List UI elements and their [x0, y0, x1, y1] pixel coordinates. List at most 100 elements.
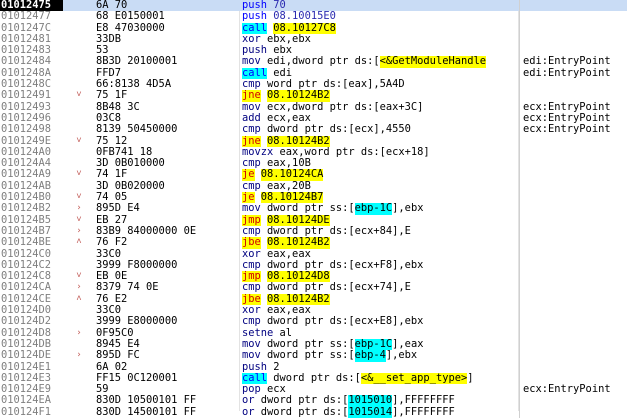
comment-cell[interactable]	[519, 259, 627, 272]
comment-cell[interactable]	[519, 79, 627, 91]
comment-cell[interactable]	[519, 90, 627, 102]
address-cell[interactable]: 010124D0	[0, 305, 63, 316]
disassembly-cell[interactable]: mov dword ptr ss:[ebp-1C],ebx	[242, 203, 519, 215]
disassembly-cell[interactable]: mov dword ptr ss:[ebp-1C],eax	[242, 338, 519, 351]
disassembly-cell[interactable]: je 08.10124B7	[242, 192, 519, 204]
instruction-row[interactable]: 010124C8 ˅ EB 0E jmp 08.10124D8	[0, 271, 627, 283]
disassembly-cell[interactable]: cmp eax,10B	[242, 158, 519, 169]
comment-cell[interactable]	[519, 372, 627, 385]
disassembly-cell[interactable]: movzx eax,word ptr ds:[ecx+18]	[242, 147, 519, 158]
instruction-row[interactable]: 010124CE ˄ 76 E2 jbe 08.10124B2	[0, 293, 627, 306]
comment-cell[interactable]	[519, 305, 627, 317]
comment-cell[interactable]	[519, 146, 627, 159]
address-cell[interactable]: 01012493	[0, 102, 63, 113]
instruction-row[interactable]: 010124DE › 895D FC mov dword ptr ss:[ebp-4]…	[0, 350, 627, 362]
instruction-row[interactable]: 010124EA 830D 10500101 FF or dword ptr ds:…	[0, 395, 627, 407]
address-cell[interactable]: 010124E1	[0, 362, 63, 373]
comment-cell[interactable]: ecx:EntryPoint	[519, 384, 627, 396]
address-cell[interactable]: 010124CA	[0, 282, 63, 293]
address-cell[interactable]: 010124E9	[0, 384, 63, 395]
comment-cell[interactable]: ecx:EntryPoint	[519, 112, 627, 125]
disassembly-cell[interactable]: mov edi,dword ptr ds:[<&GetModuleHandle	[242, 56, 519, 68]
comment-cell[interactable]	[519, 237, 627, 249]
comment-cell[interactable]	[519, 338, 627, 351]
disassembly-cell[interactable]: push 70	[242, 0, 519, 12]
disassembly-cell[interactable]: pop ecx	[242, 384, 519, 395]
address-cell[interactable]: 01012475	[0, 0, 63, 12]
comment-cell[interactable]	[519, 282, 627, 294]
comment-cell[interactable]	[519, 0, 627, 12]
instruction-row[interactable]: 01012481 33DB xor ebx,ebx	[0, 33, 627, 46]
disassembly-cell[interactable]: cmp dword ptr ds:[ecx+84],E	[242, 226, 519, 237]
instruction-row[interactable]: 010124E3 FF15 0C120001 call dword ptr ds:[…	[0, 372, 627, 385]
comment-cell[interactable]	[519, 169, 627, 181]
address-cell[interactable]: 010124BE	[0, 237, 63, 248]
address-cell[interactable]: 010124A4	[0, 158, 63, 169]
address-cell[interactable]: 010124B5	[0, 215, 63, 226]
address-cell[interactable]: 01012481	[0, 34, 63, 45]
disassembly-listing[interactable]: 01012475 6A 70 push 70 01012477 68 E0150001 p…	[0, 0, 627, 418]
disassembly-cell[interactable]: xor ebx,ebx	[242, 34, 519, 45]
disassembly-cell[interactable]: xor eax,eax	[242, 249, 519, 260]
instruction-row[interactable]: 010124B0 ˅ 74 05 je 08.10124B7	[0, 192, 627, 204]
comment-cell[interactable]	[519, 395, 627, 407]
disassembly-cell[interactable]: jne 08.10124B2	[242, 90, 519, 102]
comment-cell[interactable]	[519, 22, 627, 34]
instruction-row[interactable]: 010124AB 3D 0B020000 cmp eax,20B	[0, 180, 627, 193]
address-cell[interactable]: 01012477	[0, 11, 63, 22]
comment-cell[interactable]	[519, 214, 627, 226]
disassembly-cell[interactable]: jbe 08.10124B2	[242, 293, 519, 306]
instruction-row[interactable]: 0101247C E8 47030000 call 08.10127C8	[0, 22, 627, 34]
instruction-row[interactable]: 01012477 68 E0150001 push 08.10015E0	[0, 11, 627, 23]
comment-cell[interactable]	[519, 158, 627, 170]
comment-cell[interactable]	[519, 180, 627, 193]
comment-cell[interactable]: edi:EntryPoint	[519, 67, 627, 80]
instruction-row[interactable]: 010124CA › 8379 74 0E cmp dword ptr ds:[ecx…	[0, 282, 627, 294]
instruction-row[interactable]: 0101249E ˅ 75 12 jne 08.10124B2	[0, 135, 627, 147]
disassembly-cell[interactable]: je 08.10124CA	[242, 169, 519, 181]
comment-cell[interactable]: edi:EntryPoint	[519, 56, 627, 68]
disassembly-cell[interactable]: jne 08.10124B2	[242, 135, 519, 147]
instruction-row[interactable]: 010124C0 33C0 xor eax,eax	[0, 248, 627, 260]
address-cell[interactable]: 010124B7	[0, 226, 63, 237]
comment-cell[interactable]	[519, 316, 627, 328]
disassembly-cell[interactable]: setne al	[242, 328, 519, 339]
disassembly-cell[interactable]: cmp dword ptr ds:[ecx+E8],ebx	[242, 316, 519, 327]
instruction-row[interactable]: 010124E9 59 pop ecx ecx:EntryPoint	[0, 384, 627, 396]
comment-cell[interactable]	[519, 361, 627, 373]
instruction-row[interactable]: 010124B7 › 83B9 84000000 0E cmp dword ptr d…	[0, 225, 627, 238]
comment-cell[interactable]	[519, 248, 627, 260]
instruction-row[interactable]: 010124B5 ˅ EB 27 jmp 08.10124DE	[0, 214, 627, 226]
disassembly-cell[interactable]: call dword ptr ds:[<&__set_app_type>]	[242, 372, 519, 385]
disassembly-cell[interactable]: or dword ptr ds:[1015010],FFFFFFFF	[242, 395, 519, 407]
instruction-row[interactable]: 010124D8 › 0F95C0 setne al	[0, 327, 627, 339]
address-cell[interactable]: 0101248C	[0, 79, 63, 90]
disassembly-cell[interactable]: push 2	[242, 362, 519, 373]
disassembly-cell[interactable]: mov ecx,dword ptr ds:[eax+3C]	[242, 102, 519, 113]
address-cell[interactable]: 010124D2	[0, 316, 63, 327]
address-cell[interactable]: 01012491	[0, 90, 63, 101]
instruction-row[interactable]: 010124A0 0FB741 18 movzx eax,word ptr ds:[…	[0, 146, 627, 159]
disassembly-cell[interactable]: cmp dword ptr ds:[ecx+74],E	[242, 282, 519, 293]
comment-cell[interactable]	[519, 45, 627, 57]
comment-cell[interactable]	[519, 33, 627, 46]
instruction-row[interactable]: 01012493 8B48 3C mov ecx,dword ptr ds:[eax…	[0, 101, 627, 113]
instruction-row[interactable]: 01012491 ˅ 75 1F jne 08.10124B2	[0, 90, 627, 102]
comment-cell[interactable]	[519, 271, 627, 283]
address-cell[interactable]: 010124CE	[0, 294, 63, 305]
instruction-row[interactable]: 010124D2 3999 E8000000 cmp dword ptr ds:[e…	[0, 316, 627, 328]
disassembly-cell[interactable]: cmp dword ptr ds:[ecx],4550	[242, 124, 519, 135]
comment-cell[interactable]	[519, 203, 627, 215]
disassembly-cell[interactable]: cmp eax,20B	[242, 181, 519, 192]
address-cell[interactable]: 010124C0	[0, 249, 63, 260]
comment-cell[interactable]	[519, 327, 627, 339]
disassembly-cell[interactable]: jmp 08.10124DE	[242, 214, 519, 226]
comment-cell[interactable]	[519, 192, 627, 204]
address-cell[interactable]: 010124B0	[0, 192, 63, 203]
disassembly-cell[interactable]: jbe 08.10124B2	[242, 237, 519, 249]
comment-cell[interactable]	[519, 293, 627, 306]
address-cell[interactable]: 0101247C	[0, 23, 63, 34]
comment-cell[interactable]	[519, 406, 627, 418]
disassembly-cell[interactable]: add ecx,eax	[242, 113, 519, 124]
disassembly-cell[interactable]: jmp 08.10124D8	[242, 271, 519, 283]
